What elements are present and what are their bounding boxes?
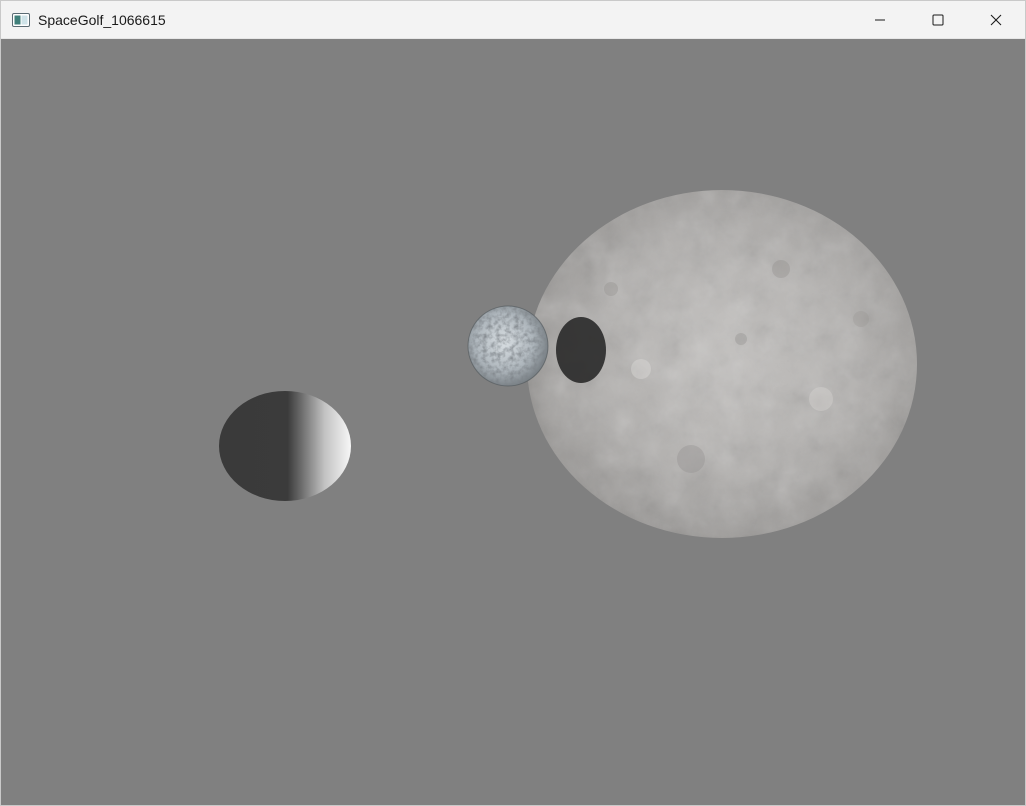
minimize-button[interactable] [851, 1, 909, 38]
window-title: SpaceGolf_1066615 [38, 11, 166, 28]
golf-ball [219, 391, 351, 501]
game-viewport[interactable] [1, 39, 1025, 805]
small-moon [467, 305, 549, 387]
maximize-button[interactable] [909, 1, 967, 38]
maximize-icon [932, 14, 944, 25]
caption-buttons [851, 1, 1025, 38]
close-button[interactable] [967, 1, 1025, 38]
app-window: SpaceGolf_1066615 [0, 0, 1026, 806]
minimize-icon [875, 19, 885, 20]
title-bar[interactable]: SpaceGolf_1066615 [1, 1, 1025, 39]
close-icon [990, 14, 1002, 25]
app-window-icon [12, 12, 30, 27]
moon-shadow [556, 317, 606, 383]
game-scene [219, 190, 917, 538]
